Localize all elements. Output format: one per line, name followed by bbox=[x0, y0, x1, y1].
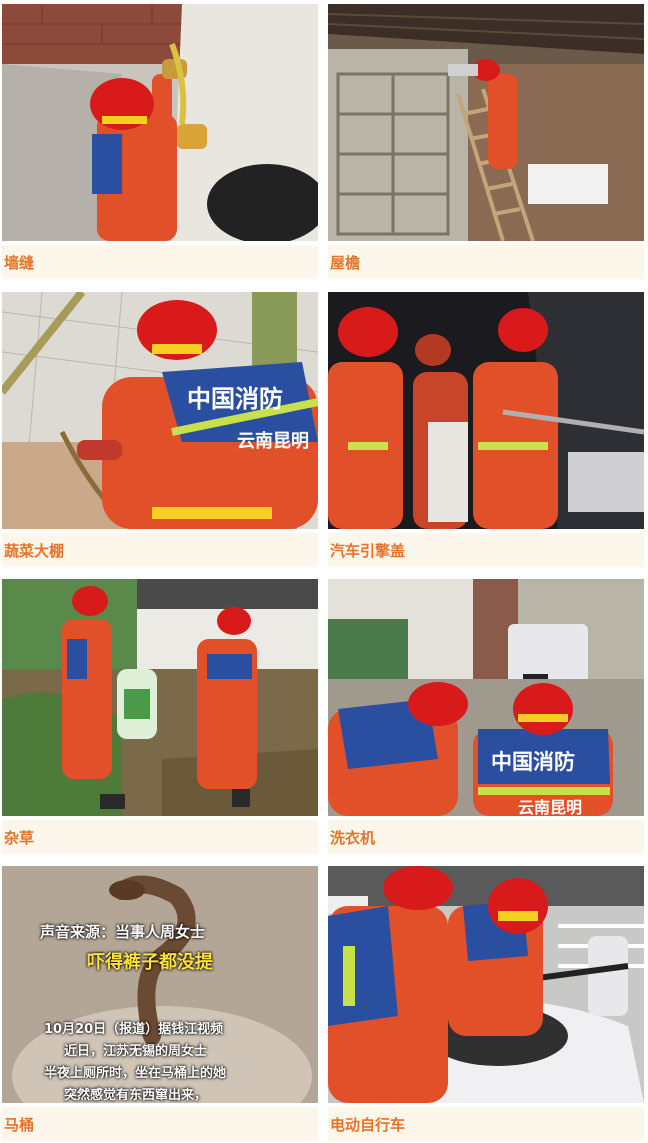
photo-grid: 墙缝 屋檐 中国消防 云南昆明 蔬菜大棚 汽车引擎盖 杂草 中国消防 云南昆明 … bbox=[0, 0, 648, 1143]
vest-text: 中国消防 bbox=[187, 385, 283, 413]
photo-toilet: 声音来源：当事人周女士 吓得裤子都没提 10月20日（报道）据钱江视频 近日，江… bbox=[2, 866, 318, 1103]
caption-bar: 墙缝 bbox=[2, 245, 318, 279]
caption-bar: 屋檐 bbox=[328, 245, 644, 279]
caption-label: 蔬菜大棚 bbox=[4, 542, 65, 560]
overlay-source: 声音来源：当事人周女士 bbox=[40, 923, 206, 941]
photo-car-hood bbox=[328, 292, 644, 529]
photo-electric-bike bbox=[328, 866, 644, 1103]
vest-text-bottom: 云南昆明 bbox=[518, 798, 582, 816]
photo-washing-machine: 中国消防 云南昆明 bbox=[328, 579, 644, 816]
caption-label: 洗衣机 bbox=[330, 829, 376, 847]
tile-eaves[interactable]: 屋檐 bbox=[328, 4, 644, 279]
tile-wall-crack[interactable]: 墙缝 bbox=[2, 4, 318, 279]
tile-car-hood[interactable]: 汽车引擎盖 bbox=[328, 292, 644, 567]
photo-weeds bbox=[2, 579, 318, 816]
tile-weeds[interactable]: 杂草 bbox=[2, 579, 318, 854]
photo-greenhouse: 中国消防 云南昆明 bbox=[2, 292, 318, 529]
tile-electric-bike[interactable]: 电动自行车 bbox=[328, 866, 644, 1141]
caption-bar: 杂草 bbox=[2, 820, 318, 854]
tile-washing-machine[interactable]: 中国消防 云南昆明 洗衣机 bbox=[328, 579, 644, 854]
tile-greenhouse[interactable]: 中国消防 云南昆明 蔬菜大棚 bbox=[2, 292, 318, 567]
overlay-line5: 半夜上厕所时，坐在马桶上的她 bbox=[44, 1066, 227, 1081]
caption-label: 杂草 bbox=[4, 829, 35, 847]
caption-bar: 汽车引擎盖 bbox=[328, 533, 644, 567]
vest-text-bottom: 云南昆明 bbox=[237, 430, 309, 452]
caption-bar: 马桶 bbox=[2, 1107, 318, 1141]
overlay-line4: 近日，江苏无锡的周女士 bbox=[64, 1044, 208, 1059]
photo-eaves bbox=[328, 4, 644, 241]
photo-wall-crack bbox=[2, 4, 318, 241]
caption-bar: 洗衣机 bbox=[328, 820, 644, 854]
caption-bar: 蔬菜大棚 bbox=[2, 533, 318, 567]
caption-label: 屋檐 bbox=[330, 254, 361, 272]
overlay-headline: 吓得裤子都没提 bbox=[87, 952, 213, 973]
caption-bar: 电动自行车 bbox=[328, 1107, 644, 1141]
caption-label: 电动自行车 bbox=[330, 1116, 406, 1134]
caption-label: 墙缝 bbox=[4, 254, 35, 272]
caption-label: 汽车引擎盖 bbox=[330, 542, 406, 560]
caption-label: 马桶 bbox=[4, 1116, 35, 1134]
overlay-line6: 突然感觉有东西窜出来， bbox=[64, 1088, 208, 1103]
tile-toilet[interactable]: 声音来源：当事人周女士 吓得裤子都没提 10月20日（报道）据钱江视频 近日，江… bbox=[2, 866, 318, 1141]
vest-text: 中国消防 bbox=[491, 750, 575, 774]
overlay-line3: 10月20日（报道）据钱江视频 bbox=[44, 1022, 224, 1037]
